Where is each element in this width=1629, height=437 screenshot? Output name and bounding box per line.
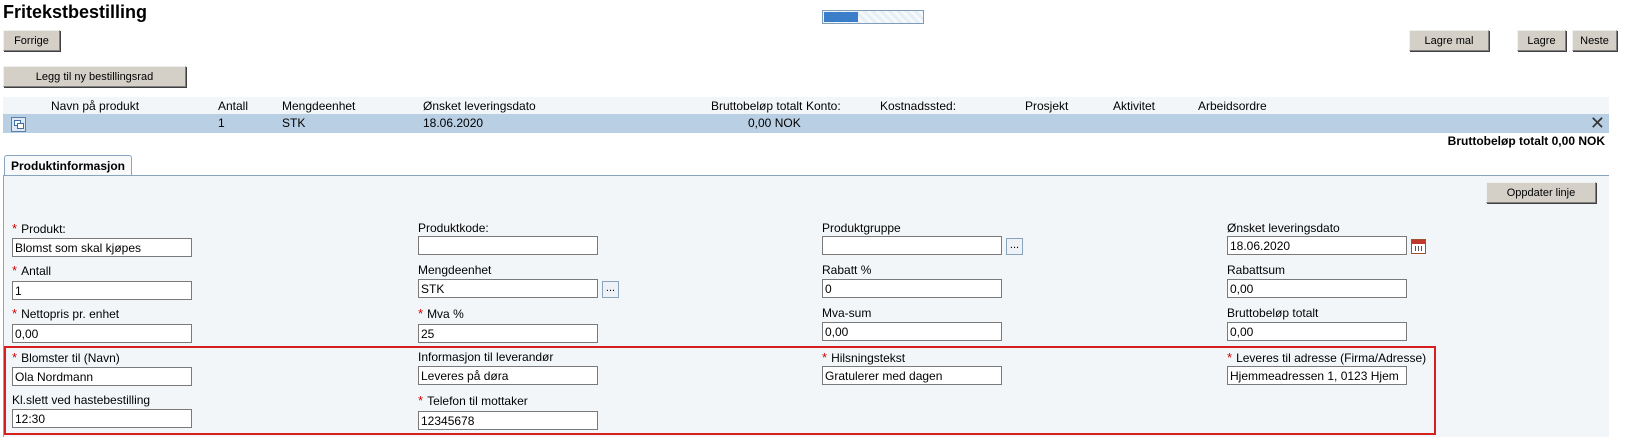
row-unit: STK xyxy=(282,116,306,130)
discount-sum-field[interactable] xyxy=(1227,279,1407,298)
vat-percent-field[interactable] xyxy=(418,324,598,343)
col-activity: Aktivitet xyxy=(1113,99,1156,113)
product-group-label: Produktgruppe xyxy=(822,221,901,235)
product-group-lookup-button[interactable]: ... xyxy=(1006,238,1023,255)
progress-fill xyxy=(824,12,859,22)
gross-total-field[interactable] xyxy=(1227,322,1407,341)
required-marker: * xyxy=(1227,350,1233,365)
vat-sum-label: Mva-sum xyxy=(822,306,872,320)
next-button[interactable]: Neste xyxy=(1572,30,1617,51)
desired-delivery-date-label: Ønsket leveringsdato xyxy=(1227,221,1340,235)
copy-rows-icon[interactable] xyxy=(11,117,26,132)
quantity-field[interactable] xyxy=(12,281,192,300)
discount-percent-label: Rabatt % xyxy=(822,263,872,277)
row-delivery-date: 18.06.2020 xyxy=(423,116,484,130)
gross-total-summary: Bruttobeløp totalt 0,00 NOK xyxy=(1447,134,1605,148)
close-icon[interactable]: ✕ xyxy=(1590,114,1605,132)
recipient-phone-field[interactable] xyxy=(418,411,598,430)
unit-label: Mengdeenhet xyxy=(418,263,492,277)
greeting-text-label: * Hilsningstekst xyxy=(822,350,906,365)
row-gross-total: 0,00 NOK xyxy=(748,116,801,130)
required-marker: * xyxy=(418,306,424,321)
required-marker: * xyxy=(12,263,18,278)
add-order-row-button[interactable]: Legg til ny bestillingsrad xyxy=(3,66,186,87)
product-field[interactable] xyxy=(12,238,192,257)
flowers-to-field[interactable] xyxy=(12,367,192,386)
vat-sum-field[interactable] xyxy=(822,322,1002,341)
col-cost-center: Kostnadssted: xyxy=(880,99,957,113)
col-unit: Mengdeenhet xyxy=(282,99,356,113)
required-marker: * xyxy=(12,306,18,321)
greeting-text-field[interactable] xyxy=(822,366,1002,385)
unit-field[interactable] xyxy=(418,279,598,298)
update-line-button[interactable]: Oppdater linje xyxy=(1486,182,1596,203)
previous-button[interactable]: Forrige xyxy=(3,30,60,51)
required-marker: * xyxy=(12,350,18,365)
deadline-label: Kl.slett ved hastebestilling xyxy=(12,393,151,407)
col-quantity: Antall xyxy=(218,99,249,113)
delivery-address-label: * Leveres til adresse (Firma/Adresse) xyxy=(1227,350,1427,365)
quantity-label: * Antall xyxy=(12,263,52,278)
table-row[interactable]: 1 STK 18.06.2020 0,00 NOK ✕ xyxy=(3,114,1609,133)
supplier-info-label: Informasjon til leverandør xyxy=(418,350,554,364)
highlight-box xyxy=(4,346,1436,435)
col-delivery-date: Ønsket leveringsdato xyxy=(423,99,536,113)
required-marker: * xyxy=(822,350,828,365)
required-marker: * xyxy=(418,393,424,408)
product-code-label: Produktkode: xyxy=(418,221,489,235)
product-group-field[interactable] xyxy=(822,236,1002,255)
calendar-icon[interactable] xyxy=(1411,239,1426,254)
delivery-address-field[interactable] xyxy=(1227,366,1407,385)
save-button[interactable]: Lagre xyxy=(1517,30,1566,51)
row-quantity: 1 xyxy=(218,116,225,130)
save-template-button[interactable]: Lagre mal xyxy=(1409,30,1489,51)
deadline-field[interactable] xyxy=(12,409,192,428)
col-project: Prosjekt xyxy=(1025,99,1069,113)
net-price-label: * Nettopris pr. enhet xyxy=(12,306,120,321)
col-account: Konto: xyxy=(806,99,841,113)
vat-percent-label: * Mva % xyxy=(418,306,464,321)
tab-product-information[interactable]: Produktinformasjon xyxy=(4,155,133,176)
desired-delivery-date-field[interactable] xyxy=(1227,236,1407,255)
col-work-order: Arbeidsordre xyxy=(1198,99,1267,113)
page-title: Fritekstbestilling xyxy=(3,2,148,22)
grid-header: Navn på produkt Antall Mengdeenhet Ønske… xyxy=(3,97,1609,114)
supplier-info-field[interactable] xyxy=(418,366,598,385)
gross-total-label: Bruttobeløp totalt xyxy=(1227,306,1319,320)
col-gross-total: Bruttobeløp totalt xyxy=(711,99,803,113)
unit-lookup-button[interactable]: ... xyxy=(602,281,619,298)
flowers-to-label: * Blomster til (Navn) xyxy=(12,350,120,365)
discount-sum-label: Rabattsum xyxy=(1227,263,1286,277)
discount-percent-field[interactable] xyxy=(822,279,1002,298)
product-code-field[interactable] xyxy=(418,236,598,255)
required-marker: * xyxy=(12,221,18,236)
progress-bar xyxy=(822,10,924,24)
net-price-field[interactable] xyxy=(12,324,192,343)
recipient-phone-label: * Telefon til mottaker xyxy=(418,393,528,408)
col-product-name: Navn på produkt xyxy=(51,99,140,113)
product-label: * Produkt: xyxy=(12,221,66,236)
